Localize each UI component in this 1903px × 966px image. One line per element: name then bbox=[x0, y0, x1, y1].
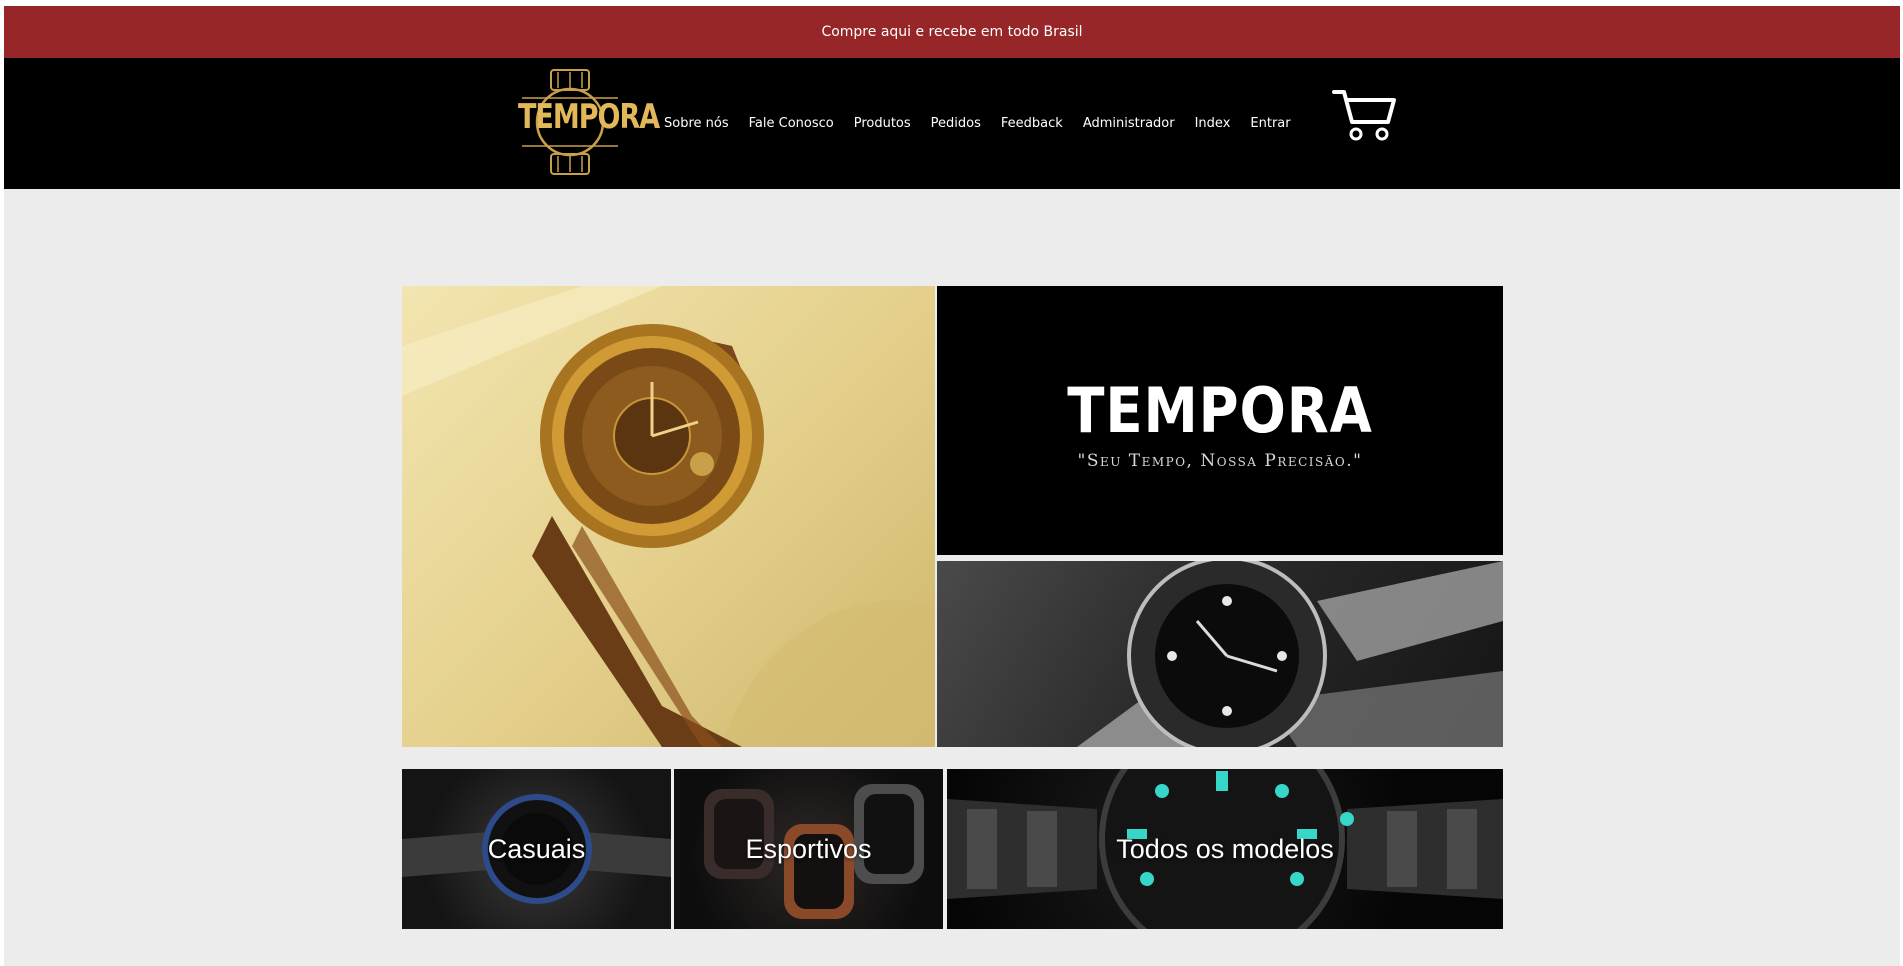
nav-feedback[interactable]: Feedback bbox=[1001, 116, 1063, 131]
hero-gold-watch-image bbox=[402, 286, 935, 747]
category-todos-label: Todos os modelos bbox=[1116, 833, 1334, 864]
site-header: TEMPORA Sobre nós Fale Conosco Produtos … bbox=[4, 58, 1900, 189]
nav-entrar[interactable]: Entrar bbox=[1250, 116, 1290, 131]
nav-index[interactable]: Index bbox=[1195, 116, 1231, 131]
main-nav: Sobre nós Fale Conosco Produtos Pedidos … bbox=[664, 58, 1311, 189]
promo-banner: Compre aqui e recebe em todo Brasil bbox=[4, 6, 1900, 58]
nav-administrador[interactable]: Administrador bbox=[1083, 116, 1175, 131]
page-frame: Compre aqui e recebe em todo Brasil TEMP… bbox=[4, 6, 1900, 966]
category-todos-os-modelos[interactable]: Todos os modelos bbox=[947, 769, 1503, 929]
nav-fale-conosco[interactable]: Fale Conosco bbox=[749, 116, 834, 131]
cart-icon bbox=[1332, 90, 1396, 141]
category-casuais-label: Casuais bbox=[487, 833, 586, 864]
category-esportivos[interactable]: Esportivos bbox=[674, 769, 943, 929]
promo-banner-text: Compre aqui e recebe em todo Brasil bbox=[821, 24, 1083, 40]
brand-tagline: "Seu Tempo, Nossa Precisão." bbox=[1077, 451, 1363, 471]
category-esportivos-label: Esportivos bbox=[745, 833, 872, 864]
site-logo[interactable]: TEMPORA bbox=[518, 68, 660, 176]
brand-panel: TEMPORA "Seu Tempo, Nossa Precisão." bbox=[937, 286, 1503, 555]
nav-produtos[interactable]: Produtos bbox=[854, 116, 911, 131]
brand-title: TEMPORA bbox=[1067, 374, 1373, 447]
gold-watch-illustration bbox=[402, 286, 935, 747]
steel-watch-illustration bbox=[1077, 561, 1503, 747]
category-casuais[interactable]: Casuais bbox=[402, 769, 671, 929]
cart-button[interactable] bbox=[1332, 86, 1396, 142]
nav-pedidos[interactable]: Pedidos bbox=[931, 116, 981, 131]
hero-steel-watch-image bbox=[937, 561, 1503, 747]
nav-sobre-nos[interactable]: Sobre nós bbox=[664, 116, 729, 131]
logo-wordmark: TEMPORA bbox=[518, 98, 660, 137]
